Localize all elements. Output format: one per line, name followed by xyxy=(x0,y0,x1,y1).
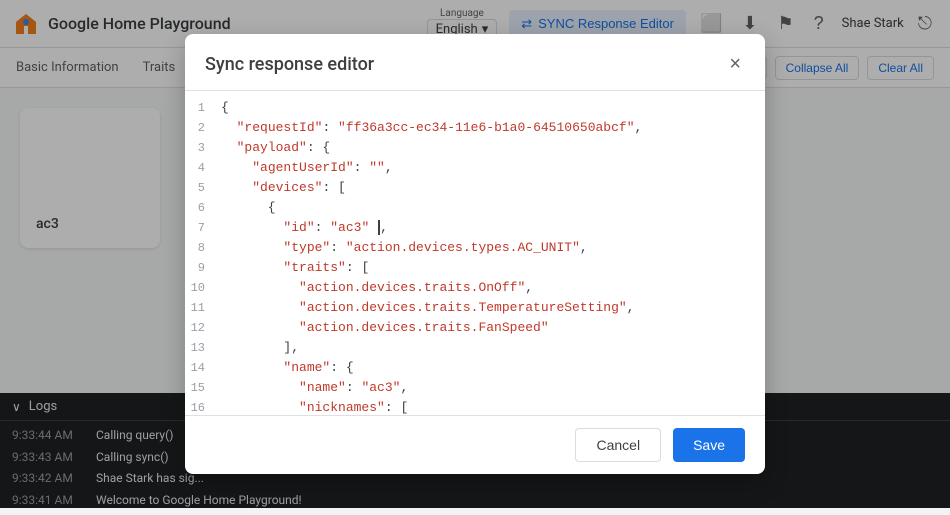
modal-close-button[interactable]: × xyxy=(725,50,745,78)
save-button[interactable]: Save xyxy=(673,428,745,462)
code-line: 8 "type": "action.devices.types.AC_UNIT"… xyxy=(185,239,765,259)
line-content: "agentUserId": "", xyxy=(221,160,765,175)
line-content: "type": "action.devices.types.AC_UNIT", xyxy=(221,240,765,255)
code-line: 15 "name": "ac3", xyxy=(185,379,765,399)
modal-footer: Cancel Save xyxy=(185,415,765,474)
code-line: 5 "devices": [ xyxy=(185,179,765,199)
line-number: 5 xyxy=(185,181,221,195)
code-line: 11 "action.devices.traits.TemperatureSet… xyxy=(185,299,765,319)
modal-header: Sync response editor × xyxy=(185,34,765,91)
line-content: "requestId": "ff36a3cc-ec34-11e6-b1a0-64… xyxy=(221,120,765,135)
line-content: "payload": { xyxy=(221,140,765,155)
code-line: 3 "payload": { xyxy=(185,139,765,159)
line-number: 4 xyxy=(185,161,221,175)
sync-response-editor-modal: Sync response editor × 1{2 "requestId": … xyxy=(185,34,765,474)
line-number: 8 xyxy=(185,241,221,255)
code-line: 6 { xyxy=(185,199,765,219)
line-number: 9 xyxy=(185,261,221,275)
line-number: 7 xyxy=(185,221,221,235)
line-content: "name": { xyxy=(221,360,765,375)
line-number: 1 xyxy=(185,101,221,115)
line-number: 6 xyxy=(185,201,221,215)
line-number: 15 xyxy=(185,381,221,395)
line-content: "action.devices.traits.OnOff", xyxy=(221,280,765,295)
code-line: 12 "action.devices.traits.FanSpeed" xyxy=(185,319,765,339)
code-line: 10 "action.devices.traits.OnOff", xyxy=(185,279,765,299)
code-line: 7 "id": "ac3" , xyxy=(185,219,765,239)
code-line: 4 "agentUserId": "", xyxy=(185,159,765,179)
code-line: 9 "traits": [ xyxy=(185,259,765,279)
line-content: { xyxy=(221,200,765,215)
line-number: 13 xyxy=(185,341,221,355)
line-content: "action.devices.traits.TemperatureSettin… xyxy=(221,300,765,315)
line-number: 11 xyxy=(185,301,221,315)
code-line: 13 ], xyxy=(185,339,765,359)
code-line: 16 "nicknames": [ xyxy=(185,399,765,415)
line-content: "id": "ac3" , xyxy=(221,220,765,235)
line-number: 3 xyxy=(185,141,221,155)
line-number: 10 xyxy=(185,281,221,295)
line-content: "devices": [ xyxy=(221,180,765,195)
line-content: { xyxy=(221,100,765,115)
line-content: "nicknames": [ xyxy=(221,400,765,415)
code-line: 14 "name": { xyxy=(185,359,765,379)
line-content: "name": "ac3", xyxy=(221,380,765,395)
modal-overlay: Sync response editor × 1{2 "requestId": … xyxy=(0,0,950,508)
code-line: 2 "requestId": "ff36a3cc-ec34-11e6-b1a0-… xyxy=(185,119,765,139)
line-content: "action.devices.traits.FanSpeed" xyxy=(221,320,765,335)
code-editor[interactable]: 1{2 "requestId": "ff36a3cc-ec34-11e6-b1a… xyxy=(185,91,765,415)
line-content: ], xyxy=(221,340,765,355)
line-content: "traits": [ xyxy=(221,260,765,275)
code-line: 1{ xyxy=(185,99,765,119)
modal-title: Sync response editor xyxy=(205,54,374,75)
line-number: 16 xyxy=(185,401,221,415)
cancel-button[interactable]: Cancel xyxy=(575,428,661,462)
line-number: 12 xyxy=(185,321,221,335)
line-number: 2 xyxy=(185,121,221,135)
line-number: 14 xyxy=(185,361,221,375)
